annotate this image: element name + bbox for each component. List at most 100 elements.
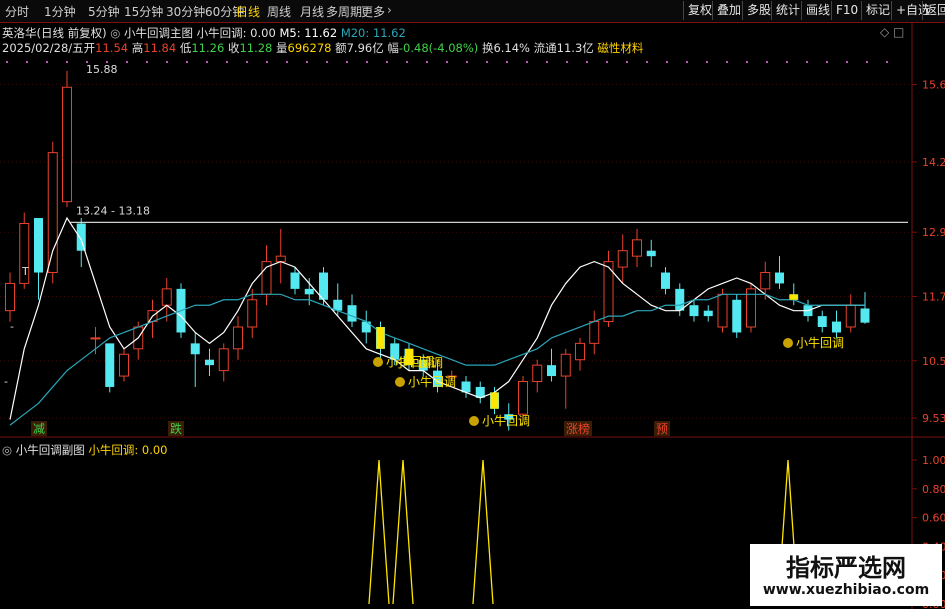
price-tick-label: 14.23 [922, 156, 945, 169]
signal-coin-icon [395, 377, 405, 387]
candle-body-down [190, 343, 200, 355]
candle-body-down [347, 305, 357, 322]
dot-marker [866, 61, 868, 63]
price-tick-label: 12.94 [922, 226, 945, 239]
dot-marker [766, 61, 768, 63]
watermark-badge: 指标严选网 www.xuezhibiao.com [750, 544, 942, 606]
candle-body-down [732, 299, 742, 333]
watermark-url: www.xuezhibiao.com [762, 582, 930, 598]
candle-body-up [560, 353, 571, 377]
dot-marker [886, 61, 888, 63]
dot-marker [326, 61, 328, 63]
candle-body-down [675, 288, 685, 311]
signal-bar [490, 392, 499, 409]
dot-marker [546, 61, 548, 63]
price-tick-label: 15.65 [922, 79, 945, 92]
annotations: 13.24 - 13.1815.88小牛回调小牛回调小牛回调小牛回调小牛回调减跌… [4, 63, 908, 436]
dot-marker [606, 61, 608, 63]
event-label: 减 [33, 422, 45, 436]
kline-chart[interactable]: 15.65 14.23 12.94 11.76 10.58 9.53 13.24 - 13… [0, 0, 945, 609]
signal-label: 小牛回调 [408, 374, 456, 389]
dot-marker [626, 61, 628, 63]
candle-body-down [860, 308, 870, 323]
dot-marker [706, 61, 708, 63]
dot-marker [566, 61, 568, 63]
left-marker: T [21, 265, 29, 278]
dot-marker [726, 61, 728, 63]
main-grid [0, 22, 945, 609]
dot-marker [426, 61, 428, 63]
sub-indicator-settings-icon[interactable]: ◎ [2, 443, 12, 457]
candle-body-down [775, 272, 784, 284]
price-tick-label: 9.53 [922, 412, 945, 425]
signal-coin-icon [469, 416, 479, 426]
dot-marker [46, 61, 48, 63]
candle-body-up [247, 299, 258, 328]
candle-body-up [589, 321, 600, 344]
candle-body-up [632, 239, 642, 257]
candle-body-down [361, 321, 371, 333]
candle-body-up [617, 250, 628, 268]
dot-marker [386, 61, 388, 63]
candle-body-up [161, 288, 172, 306]
event-label: 预 [656, 422, 668, 436]
candle-body-down [703, 310, 713, 317]
candle-body-up [233, 326, 243, 350]
dot-marker [366, 61, 368, 63]
range-marker-label: 13.24 - 13.18 [76, 204, 150, 217]
candle-body-down [105, 343, 115, 387]
candle-body-down [76, 223, 86, 251]
candle-body-up [47, 152, 58, 274]
candle-body-down [205, 359, 214, 366]
event-label: 跌 [170, 421, 182, 436]
candle-body-down [689, 305, 699, 317]
candle-body-up [218, 348, 229, 372]
dot-marker [6, 61, 8, 63]
signal-spike [392, 459, 414, 605]
candle-body-down [832, 321, 841, 333]
dot-marker [246, 61, 248, 63]
dot-marker [226, 61, 228, 63]
candle-body-up [717, 293, 728, 328]
candle-body-up [518, 381, 528, 415]
dot-marker [486, 61, 488, 63]
candle-body-up [275, 255, 286, 263]
candle-body-down [646, 250, 656, 257]
dot-marker [846, 61, 848, 63]
price-tick-label: 11.76 [922, 290, 945, 303]
dot-marker [146, 61, 148, 63]
candle-body-down [547, 365, 556, 377]
sub-indicator-name[interactable]: 小牛回调副图 [16, 443, 85, 457]
candle-body-down [290, 272, 300, 289]
dot-marker [466, 61, 468, 63]
signal-coin-icon [783, 338, 793, 348]
sub-indicator-value: 小牛回调: 0.00 [88, 443, 168, 457]
signal-label: 小牛回调 [482, 413, 530, 428]
dot-marker [346, 61, 348, 63]
dot-marker [66, 61, 68, 63]
candle-body-up [845, 304, 856, 328]
watermark-title: 指标严选网 [786, 554, 906, 582]
dot-marker [586, 61, 588, 63]
signal-spike [472, 459, 494, 605]
dot-marker [786, 61, 788, 63]
signal-bar [789, 294, 798, 300]
candle-body-up [760, 272, 771, 290]
sub-tick-label: 1.00 [922, 454, 945, 467]
dot-marker [406, 61, 408, 63]
candle-body-up [62, 86, 72, 203]
dot-marker [26, 61, 28, 63]
candle-body-down [661, 272, 670, 289]
candle-body-up [90, 337, 101, 340]
left-marker: - [4, 375, 8, 388]
candle-body-down [304, 288, 314, 295]
signal-coin-icon [373, 357, 383, 367]
candle-body-up [119, 353, 129, 377]
sub-tick-label: 0.60 [922, 512, 945, 525]
signal-bar [376, 327, 385, 349]
dot-marker [206, 61, 208, 63]
dot-marker [746, 61, 748, 63]
dot-marker [806, 61, 808, 63]
candle-body-up [532, 364, 543, 383]
candle-body-down [817, 316, 827, 328]
